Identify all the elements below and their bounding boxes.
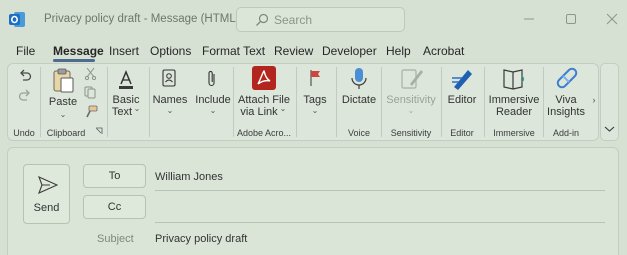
- dictate-button[interactable]: Dictate: [342, 94, 376, 107]
- send-label: Send: [33, 202, 60, 214]
- search-placeholder: Search: [274, 13, 313, 27]
- group-label-voice: Voice: [347, 128, 371, 138]
- ribbon-separator: [484, 67, 485, 137]
- group-label-addin: Add-in: [552, 128, 580, 138]
- paste-icon[interactable]: [52, 67, 76, 95]
- include-chevron-icon[interactable]: ⌄: [210, 106, 217, 115]
- paperclip-icon[interactable]: [205, 69, 219, 89]
- cc-field-underline: [155, 222, 605, 223]
- paste-button[interactable]: Paste: [49, 96, 77, 109]
- menu-help[interactable]: Help: [386, 44, 411, 58]
- editor-pen-icon[interactable]: [450, 66, 475, 91]
- active-tab-indicator: [53, 59, 95, 62]
- close-icon[interactable]: [603, 10, 621, 28]
- group-label-clipboard: Clipboard: [46, 128, 86, 138]
- outlook-icon: [9, 12, 25, 27]
- ribbon-separator: [233, 67, 234, 137]
- send-button[interactable]: Send: [23, 164, 70, 224]
- ribbon-separator: [40, 67, 41, 137]
- ribbon-separator: [543, 67, 544, 137]
- to-button[interactable]: To: [83, 164, 146, 188]
- menu-file[interactable]: File: [16, 44, 35, 58]
- group-label-immersive: Immersive: [493, 128, 535, 138]
- maximize-icon[interactable]: [562, 10, 580, 28]
- title-bar: Privacy policy draft - Message (HTML) Se…: [0, 0, 627, 38]
- menu-acrobat[interactable]: Acrobat: [423, 44, 464, 58]
- viva-insights-icon[interactable]: [555, 66, 579, 90]
- group-label-adobe: Adobe Acro...: [236, 128, 292, 138]
- search-input[interactable]: Search: [236, 7, 405, 32]
- menu-review[interactable]: Review: [274, 44, 313, 58]
- ribbon-separator: [381, 67, 382, 137]
- ribbon-separator: [107, 67, 108, 137]
- redo-icon[interactable]: [17, 87, 33, 103]
- tags-chevron-icon[interactable]: ⌄: [312, 106, 319, 115]
- sensitivity-chevron-icon[interactable]: ⌄: [408, 106, 415, 115]
- undo-icon[interactable]: [17, 67, 33, 83]
- ribbon-separator: [296, 67, 297, 137]
- window-title: Privacy policy draft - Message (HTML): [44, 13, 240, 25]
- ribbon-scroll-right-icon[interactable]: ›: [593, 95, 596, 105]
- microphone-icon[interactable]: [350, 67, 368, 91]
- group-label-sensitivity: Sensitivity: [390, 128, 432, 138]
- attach-file-chevron-icon[interactable]: ⌄: [280, 104, 287, 113]
- basic-text-icon[interactable]: [117, 70, 135, 90]
- ribbon-expand-chevron-icon[interactable]: [603, 124, 616, 134]
- group-label-undo: Undo: [13, 128, 35, 138]
- search-icon: [256, 13, 269, 26]
- menu-message[interactable]: Message: [53, 44, 104, 58]
- immersive-reader-label-2[interactable]: Reader: [496, 106, 532, 119]
- subject-label: Subject: [97, 233, 134, 245]
- dialog-launcher-icon[interactable]: [95, 127, 103, 135]
- menu-insert[interactable]: Insert: [109, 44, 139, 58]
- paste-chevron-icon[interactable]: ⌄: [60, 110, 67, 119]
- minimize-icon[interactable]: [520, 10, 538, 28]
- adobe-acrobat-icon[interactable]: [252, 66, 276, 90]
- copy-icon[interactable]: [84, 86, 97, 99]
- ribbon-separator: [441, 67, 442, 137]
- basic-text-label-2[interactable]: Text: [112, 106, 132, 119]
- names-chevron-icon[interactable]: ⌄: [167, 106, 174, 115]
- ribbon-separator: [336, 67, 337, 137]
- menu-options[interactable]: Options: [150, 44, 191, 58]
- flag-icon[interactable]: [308, 69, 322, 87]
- menu-developer[interactable]: Developer: [322, 44, 377, 58]
- cut-icon[interactable]: [84, 67, 97, 80]
- cc-button[interactable]: Cc: [83, 195, 146, 219]
- subject-field[interactable]: Privacy policy draft: [155, 233, 247, 245]
- ribbon-separator: [149, 67, 150, 137]
- immersive-reader-icon[interactable]: [502, 67, 527, 91]
- editor-button[interactable]: Editor: [448, 94, 477, 107]
- group-label-editor: Editor: [450, 128, 474, 138]
- to-field[interactable]: William Jones: [155, 171, 223, 183]
- menu-format-text[interactable]: Format Text: [202, 44, 265, 58]
- sensitivity-icon[interactable]: [400, 66, 424, 90]
- basic-text-chevron-icon[interactable]: ⌄: [134, 104, 141, 113]
- address-book-icon[interactable]: [161, 69, 177, 87]
- viva-insights-label-2[interactable]: Insights: [547, 106, 585, 119]
- format-painter-icon[interactable]: [84, 105, 98, 119]
- send-icon: [38, 176, 58, 194]
- to-field-underline: [155, 190, 605, 191]
- attach-file-label-2[interactable]: via Link: [240, 106, 277, 119]
